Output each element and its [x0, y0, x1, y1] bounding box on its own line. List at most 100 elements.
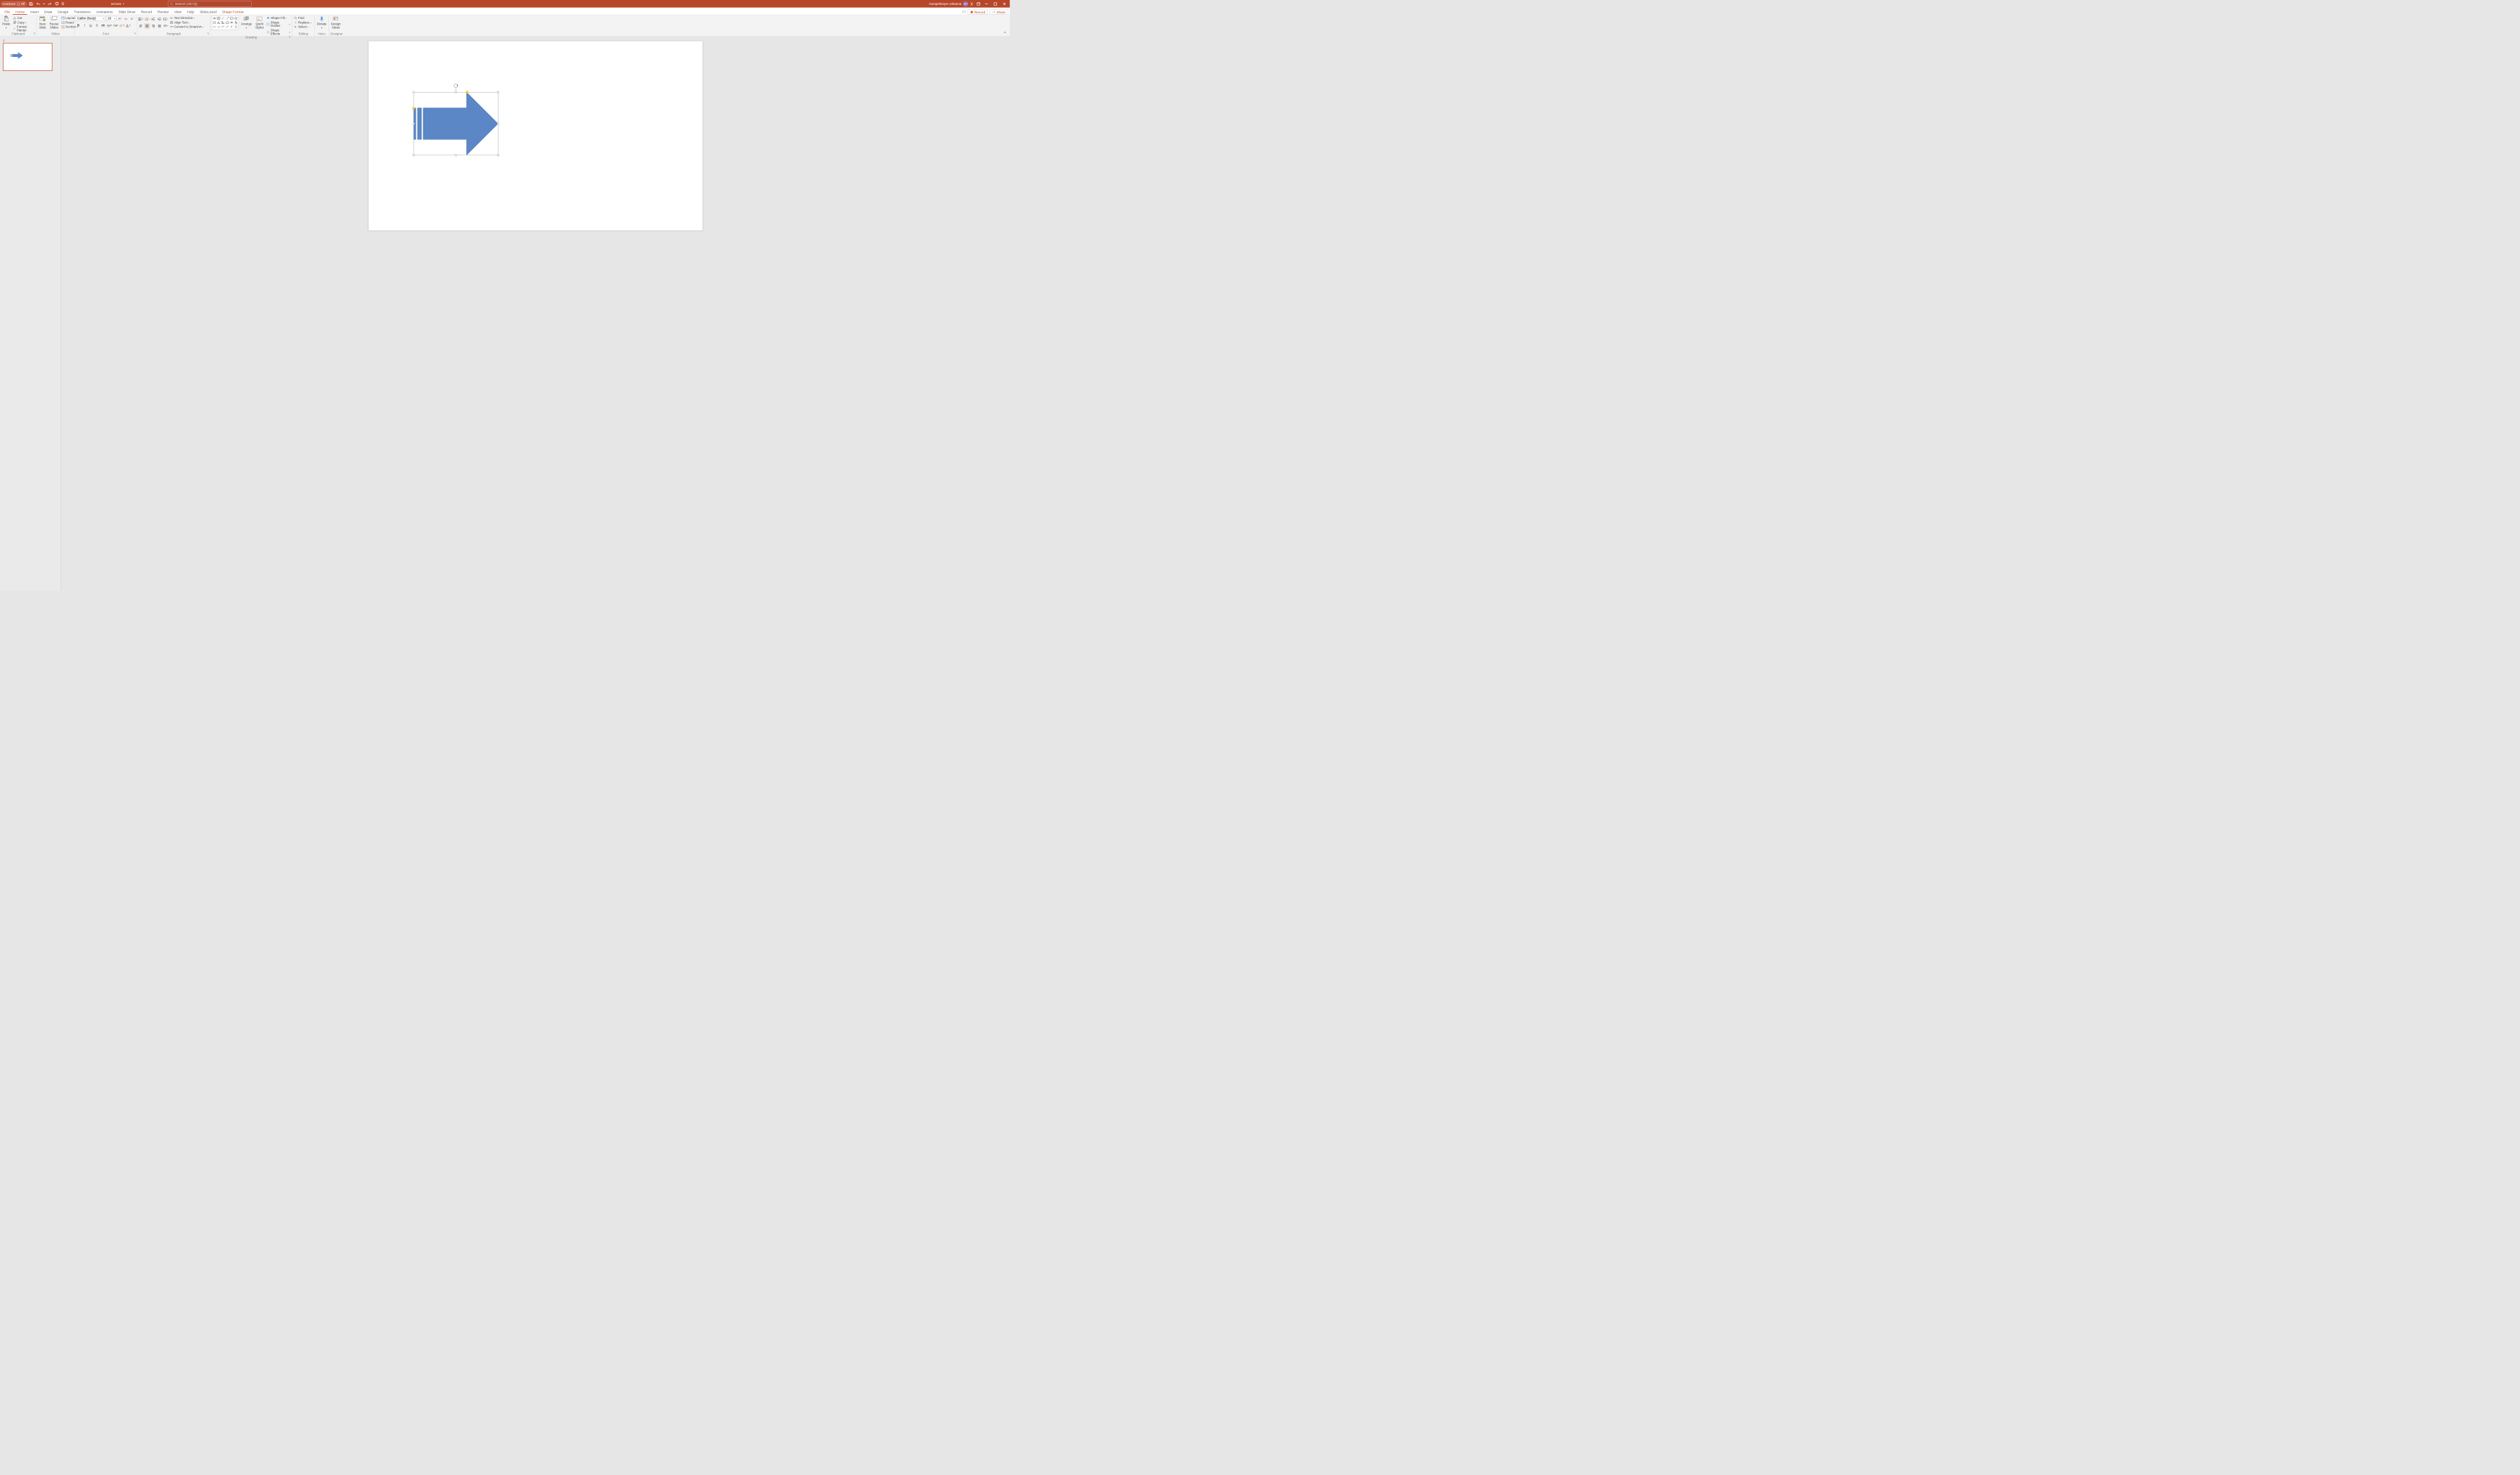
decrease-font-icon[interactable]: A▾	[124, 16, 129, 21]
align-center-button[interactable]	[145, 23, 150, 28]
shadow-button[interactable]: S	[94, 22, 99, 27]
text-direction-button[interactable]: A Text Direction▾	[169, 16, 204, 20]
format-painter-button[interactable]: Format Painter	[13, 25, 35, 32]
change-case-button[interactable]: Aa▾	[113, 22, 118, 27]
decrease-indent-button[interactable]	[150, 17, 155, 22]
italic-button[interactable]: I	[82, 22, 87, 27]
tab-design[interactable]: Design	[55, 8, 71, 14]
strikethrough-button[interactable]: ab	[101, 22, 105, 27]
shape-arc-icon[interactable]	[221, 25, 225, 29]
columns-button[interactable]: ▾	[163, 23, 168, 28]
coming-soon-icon[interactable]	[969, 1, 975, 7]
comments-icon[interactable]	[963, 10, 967, 14]
resize-handle-bl[interactable]	[412, 154, 414, 156]
document-name-dropdown-icon[interactable]: ▾	[123, 2, 124, 5]
dictate-button[interactable]: Dictate▾	[316, 15, 328, 30]
shape-line-icon[interactable]	[221, 16, 225, 20]
bullets-button[interactable]: ▾	[139, 17, 143, 22]
paragraph-dialog-icon[interactable]	[207, 32, 210, 35]
quick-styles-button[interactable]: A Quick Styles	[254, 15, 264, 30]
shapes-scroll-down-icon[interactable]: ▾	[236, 20, 238, 25]
tab-slideshow[interactable]: Slide Show	[115, 8, 138, 14]
tab-slidelizard[interactable]: SlideLizard	[197, 8, 219, 14]
resize-handle-tm[interactable]	[455, 91, 457, 93]
font-color-button[interactable]: A▾	[125, 22, 130, 27]
shape-rect-icon[interactable]	[229, 16, 233, 20]
clear-format-icon[interactable]: A	[130, 16, 135, 21]
tab-transitions[interactable]: Transitions	[71, 8, 93, 14]
convert-smartart-button[interactable]: Convert to SmartArt▾	[169, 25, 204, 30]
autosave-toggle[interactable]: AutoSave Off	[1, 1, 27, 6]
user-name[interactable]: Gumpelmeyer Johanna	[929, 2, 961, 6]
font-name-combo[interactable]: ▾	[76, 16, 105, 21]
tab-draw[interactable]: Draw	[41, 8, 55, 14]
bold-button[interactable]: B	[76, 22, 81, 27]
clipboard-dialog-icon[interactable]	[32, 32, 35, 35]
arrange-button[interactable]: Arrange▾	[240, 15, 253, 30]
justify-button[interactable]	[157, 23, 162, 28]
numbering-button[interactable]: 123▾	[145, 17, 150, 22]
qat-customize-icon[interactable]	[61, 1, 65, 7]
tab-view[interactable]: View	[172, 8, 184, 14]
underline-button[interactable]: U	[88, 22, 93, 27]
shape-connector-icon[interactable]	[225, 25, 229, 29]
resize-handle-tr[interactable]	[497, 91, 499, 93]
shapes-gallery[interactable]: A ▴ ▾	[212, 15, 238, 30]
undo-dropdown-icon[interactable]	[43, 1, 46, 7]
align-left-button[interactable]	[139, 23, 143, 28]
shape-triangle-icon[interactable]	[217, 20, 221, 25]
copy-button[interactable]: Copy ▾	[13, 20, 35, 25]
shape-trap-icon[interactable]	[225, 20, 229, 25]
increase-indent-button[interactable]	[157, 17, 162, 22]
select-button[interactable]: Select▾	[293, 25, 312, 30]
resize-handle-bm[interactable]	[455, 154, 457, 156]
font-name-dropdown-icon[interactable]: ▾	[102, 18, 105, 20]
shape-arrow-right-icon[interactable]	[212, 16, 217, 20]
close-button[interactable]	[1000, 1, 1008, 7]
reuse-slides-button[interactable]: Reuse Slides	[49, 15, 60, 30]
shapes-more-icon[interactable]: ▿	[236, 25, 238, 30]
present-from-start-icon[interactable]	[54, 1, 60, 7]
undo-icon[interactable]	[35, 1, 41, 7]
tab-record[interactable]: Record	[139, 8, 155, 14]
highlight-color-button[interactable]: ▾	[119, 22, 124, 27]
increase-font-icon[interactable]: A▴	[117, 16, 122, 21]
new-slide-button[interactable]: New Slide	[38, 15, 48, 30]
replace-button[interactable]: Replace▾	[293, 20, 312, 25]
font-size-dropdown-icon[interactable]: ▾	[113, 18, 116, 20]
shape-fill-button[interactable]: Shape Fill▾	[266, 16, 290, 20]
redo-icon[interactable]	[46, 1, 53, 7]
resize-handle-tl[interactable]	[412, 91, 414, 93]
paste-button[interactable]: Paste ▾	[1, 15, 11, 30]
tab-home[interactable]: Home	[13, 8, 27, 14]
slide-canvas[interactable]	[368, 41, 702, 231]
font-size-input[interactable]	[106, 17, 113, 20]
selected-shape-arrow[interactable]	[413, 92, 498, 155]
shapes-scroll-up-icon[interactable]: ▴	[236, 15, 238, 20]
shape-scribble-icon[interactable]	[217, 25, 221, 29]
shape-textbox-icon[interactable]: A	[217, 16, 221, 20]
collapse-ribbon-icon[interactable]	[1003, 31, 1008, 35]
font-name-input[interactable]	[76, 17, 102, 20]
shape-lshape-icon[interactable]	[221, 20, 225, 25]
slide-canvas-area[interactable]	[61, 37, 1010, 591]
shape-effects-button[interactable]: Shape Effects▾	[266, 28, 290, 35]
tab-review[interactable]: Review	[155, 8, 172, 14]
shape-line-arrow-icon[interactable]	[225, 16, 229, 20]
paste-dropdown-icon[interactable]: ▾	[6, 27, 7, 30]
resize-handle-mr[interactable]	[497, 122, 499, 124]
resize-handle-ml[interactable]	[412, 122, 414, 124]
tab-help[interactable]: Help	[184, 8, 197, 14]
char-spacing-button[interactable]: A͟V▾	[107, 22, 112, 27]
user-avatar[interactable]: GJ	[963, 1, 968, 6]
copy-dropdown-icon[interactable]: ▾	[25, 21, 27, 24]
record-button[interactable]: Record	[968, 10, 988, 15]
maximize-button[interactable]	[991, 1, 1000, 7]
tab-file[interactable]: File	[1, 8, 13, 14]
ribbon-display-icon[interactable]	[975, 1, 982, 7]
share-button[interactable]: Share	[989, 10, 1008, 15]
shape-arrow-block-icon[interactable]	[229, 20, 233, 25]
tab-insert[interactable]: Insert	[27, 8, 41, 14]
font-size-combo[interactable]: ▾	[106, 16, 116, 21]
slide-thumbnail-pane[interactable]: 1	[0, 37, 61, 591]
